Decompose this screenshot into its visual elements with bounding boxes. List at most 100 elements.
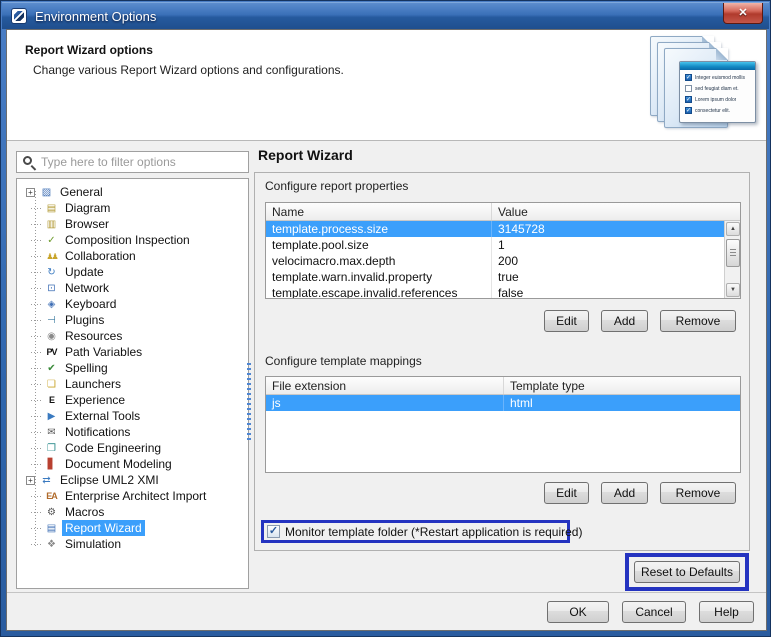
sidebar-item-report-wizard[interactable]: ▤ Report Wizard xyxy=(17,520,248,536)
checklist-checkbox-icon: ✓ xyxy=(685,96,692,103)
template-mappings-table: File extension Template type js html xyxy=(265,376,741,473)
app-icon xyxy=(11,8,27,24)
sidebar-item-label: Keyboard xyxy=(65,297,117,311)
cell-value: false xyxy=(498,286,524,299)
sidebar-item-keyboard[interactable]: ◈ Keyboard xyxy=(17,296,248,312)
sidebar-item-composition-inspection[interactable]: ✓ Composition Inspection xyxy=(17,232,248,248)
composition-inspection-icon: ✓ xyxy=(47,234,56,246)
sidebar-item-eclipse-uml2-xmi[interactable]: + ⇄ Eclipse UML2 XMI xyxy=(17,472,248,488)
column-header-file-extension[interactable]: File extension xyxy=(266,377,504,394)
cell-name: template.escape.invalid.references xyxy=(266,285,492,298)
edit-button[interactable]: Edit xyxy=(544,310,589,332)
mappings-section-label: Configure template mappings xyxy=(265,354,422,368)
checklist-row: ✓ Integer euismod mollis xyxy=(685,74,751,81)
tree-connector xyxy=(31,239,41,241)
window-title: Environment Options xyxy=(35,9,157,24)
tree-connector xyxy=(31,255,41,257)
cell-value: 3145728 xyxy=(498,222,545,236)
sidebar-item-document-modeling[interactable]: ▋ Document Modeling xyxy=(17,456,248,472)
table-header-row: File extension Template type xyxy=(266,377,740,395)
help-button[interactable]: Help xyxy=(699,600,754,623)
plugins-icon: ⊣ xyxy=(47,314,56,326)
sidebar-item-resources[interactable]: ◉ Resources xyxy=(17,328,248,344)
cell-name: velocimacro.max.depth xyxy=(266,253,492,269)
column-header-name[interactable]: Name xyxy=(266,203,492,220)
remove-button[interactable]: Remove xyxy=(660,482,736,504)
sidebar-item-external-tools[interactable]: ▶ External Tools xyxy=(17,408,248,424)
sidebar-item-notifications[interactable]: ✉ Notifications xyxy=(17,424,248,440)
close-button[interactable]: ✕ xyxy=(723,3,763,24)
sidebar-item-label: Code Engineering xyxy=(65,441,162,455)
sidebar-item-label: Document Modeling xyxy=(65,457,172,471)
sidebar-item-label: Eclipse UML2 XMI xyxy=(60,473,159,487)
code-engineering-icon: ❐ xyxy=(47,442,56,454)
sidebar-item-enterprise-architect-import[interactable]: EA Enterprise Architect Import xyxy=(17,488,248,504)
environment-options-dialog: Environment Options ✕ Report Wizard opti… xyxy=(0,0,771,637)
report-wizard-groupbox: Configure report properties Name Value t… xyxy=(254,172,750,551)
property-row[interactable]: velocimacro.max.depth 200 xyxy=(266,253,740,269)
sidebar-item-label: Collaboration xyxy=(65,249,136,263)
filter-input[interactable] xyxy=(41,153,246,171)
sidebar-item-spelling[interactable]: ✔ Spelling xyxy=(17,360,248,376)
cell-value: 200 xyxy=(498,254,519,268)
sidebar-item-browser[interactable]: ▥ Browser xyxy=(17,216,248,232)
dialog-button-bar: OK Cancel Help xyxy=(7,592,766,630)
resources-icon: ◉ xyxy=(47,330,56,342)
sidebar-item-update[interactable]: ↻ Update xyxy=(17,264,248,280)
sidebar-item-label: Experience xyxy=(65,393,126,407)
property-row[interactable]: template.pool.size 1 xyxy=(266,237,740,253)
properties-section-label: Configure report properties xyxy=(265,179,409,193)
expand-toggle-icon[interactable]: + xyxy=(26,187,35,197)
tree-connector xyxy=(31,367,41,369)
mapping-row[interactable]: js html xyxy=(266,395,740,411)
vertical-scrollbar[interactable]: ▲ ▼ xyxy=(724,221,740,298)
tree-connector xyxy=(31,335,41,337)
property-row[interactable]: template.process.size 3145728 xyxy=(266,221,740,237)
simulation-icon: ❖ xyxy=(47,538,56,550)
sidebar-item-collaboration[interactable]: ♟♟ Collaboration xyxy=(17,248,248,264)
sidebar-item-general[interactable]: + ▨ General xyxy=(17,184,248,200)
add-button[interactable]: Add xyxy=(601,310,648,332)
filter-field-container xyxy=(16,151,249,173)
sidebar-item-code-engineering[interactable]: ❐ Code Engineering xyxy=(17,440,248,456)
property-row[interactable]: template.escape.invalid.references false xyxy=(266,285,740,299)
sidebar-item-experience[interactable]: E Experience xyxy=(17,392,248,408)
tree-connector xyxy=(31,287,41,289)
sidebar-item-network[interactable]: ⊡ Network xyxy=(17,280,248,296)
tree-connector xyxy=(31,447,41,449)
titlebar[interactable]: Environment Options ✕ xyxy=(2,2,769,29)
search-icon xyxy=(23,156,32,165)
scrollbar-thumb[interactable] xyxy=(726,239,740,267)
sidebar-item-label: General xyxy=(60,185,103,199)
sidebar-item-macros[interactable]: ⚙ Macros xyxy=(17,504,248,520)
sidebar-item-launchers[interactable]: ❏ Launchers xyxy=(17,376,248,392)
sidebar-item-path-variables[interactable]: PV Path Variables xyxy=(17,344,248,360)
panel-splitter[interactable] xyxy=(247,363,251,441)
monitor-template-folder-checkbox[interactable]: ✓ xyxy=(267,525,280,538)
remove-button[interactable]: Remove xyxy=(660,310,736,332)
expand-toggle-icon[interactable]: + xyxy=(26,475,35,485)
sidebar-item-plugins[interactable]: ⊣ Plugins xyxy=(17,312,248,328)
add-button[interactable]: Add xyxy=(601,482,648,504)
cell-name: js xyxy=(266,395,504,411)
tree-connector xyxy=(31,319,41,321)
scroll-up-button[interactable]: ▲ xyxy=(726,222,740,236)
column-header-template-type[interactable]: Template type xyxy=(504,377,740,394)
ok-button[interactable]: OK xyxy=(547,600,609,623)
tree-connector xyxy=(31,207,41,209)
edit-button[interactable]: Edit xyxy=(544,482,589,504)
sidebar-item-diagram[interactable]: ▤ Diagram xyxy=(17,200,248,216)
sidebar-item-label: Plugins xyxy=(65,313,105,327)
reset-to-defaults-button[interactable]: Reset to Defaults xyxy=(634,561,740,583)
cell-value: html xyxy=(510,396,533,410)
property-row[interactable]: template.warn.invalid.property true xyxy=(266,269,740,285)
column-header-value[interactable]: Value xyxy=(492,203,740,220)
enterprise-architect-import-icon: EA xyxy=(46,490,58,501)
properties-actions: Edit Add Remove xyxy=(544,310,736,332)
tree-connector xyxy=(31,303,41,305)
sidebar-item-simulation[interactable]: ❖ Simulation xyxy=(17,536,248,552)
scroll-down-button[interactable]: ▼ xyxy=(726,283,740,297)
tree-connector xyxy=(31,463,41,465)
cancel-button[interactable]: Cancel xyxy=(622,600,686,623)
sidebar-item-label: Path Variables xyxy=(65,345,143,359)
